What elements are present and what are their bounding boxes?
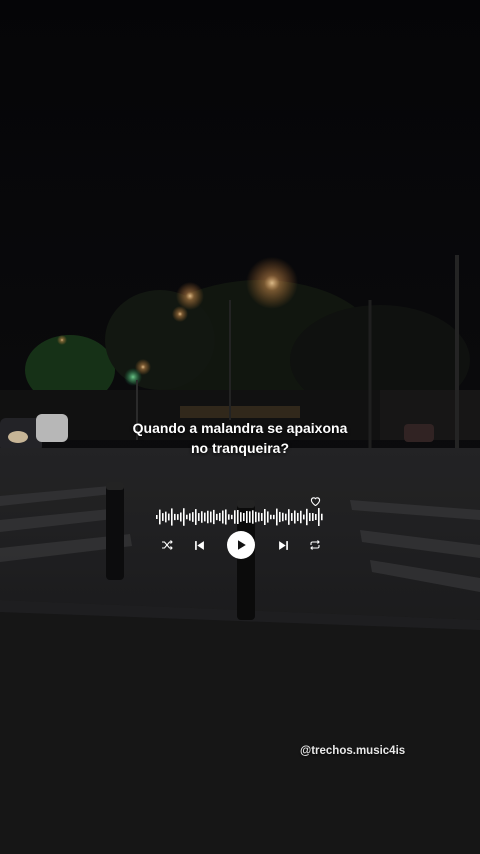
- waveform-bar: [192, 512, 194, 522]
- waveform-bar: [174, 513, 176, 521]
- waveform-bar: [267, 511, 269, 523]
- waveform-bar: [321, 513, 323, 521]
- shuffle-icon[interactable]: [160, 539, 174, 551]
- waveform-bar: [312, 513, 314, 521]
- waveform-bar: [216, 513, 218, 521]
- waveform-bar: [156, 515, 158, 519]
- waveform-bar: [258, 512, 260, 522]
- waveform-bar: [294, 510, 296, 524]
- waveform-bar: [264, 509, 266, 525]
- waveform-bar: [285, 513, 287, 521]
- waveform-bar: [246, 510, 248, 524]
- waveform-bar: [315, 514, 317, 520]
- waveform-bar: [186, 514, 188, 520]
- waveform-bar: [225, 509, 227, 525]
- waveform-bar: [282, 512, 284, 522]
- waveform-bar: [204, 512, 206, 522]
- waveform-bar: [207, 510, 209, 524]
- waveform-bar: [183, 508, 185, 526]
- waveform-bar: [255, 511, 257, 523]
- waveform-bar: [159, 509, 161, 525]
- waveform-bar: [261, 513, 263, 521]
- play-button[interactable]: [227, 531, 255, 559]
- waveform-bar: [177, 514, 179, 520]
- waveform-bar: [237, 510, 239, 524]
- waveform-bar: [213, 509, 215, 525]
- waveform-bar: [303, 514, 305, 520]
- play-icon: [238, 540, 246, 550]
- waveform-bar: [306, 508, 308, 526]
- waveform-bar: [162, 513, 164, 521]
- waveform-bar: [243, 512, 245, 522]
- waveform-bar: [252, 510, 254, 524]
- caption-line-1: Quando a malandra se apaixona: [132, 420, 348, 436]
- waveform-bar: [297, 512, 299, 522]
- previous-icon[interactable]: [192, 538, 206, 552]
- waveform-bar: [288, 509, 290, 525]
- waveform-bar: [168, 513, 170, 521]
- waveform-bar: [165, 511, 167, 523]
- waveform-bar: [180, 512, 182, 522]
- waveform-bar: [210, 511, 212, 523]
- waveform-bar: [276, 508, 278, 526]
- waveform-bar: [219, 512, 221, 522]
- next-icon[interactable]: [276, 538, 290, 552]
- waveform-bar: [228, 514, 230, 520]
- waveform-bar: [291, 513, 293, 521]
- waveform-bar: [234, 510, 236, 524]
- audio-waveform[interactable]: [155, 503, 323, 531]
- repeat-icon[interactable]: [308, 539, 322, 551]
- waveform-bar: [189, 513, 191, 521]
- creator-handle: @trechos.music4is: [300, 745, 406, 757]
- waveform-bar: [198, 513, 200, 521]
- waveform-bar: [309, 512, 311, 522]
- waveform-bar: [318, 508, 320, 526]
- waveform-bar: [171, 508, 173, 526]
- waveform-bar: [279, 511, 281, 523]
- waveform-bar: [270, 514, 272, 520]
- waveform-bar: [249, 511, 251, 523]
- waveform-bar: [222, 510, 224, 524]
- waveform-bar: [231, 514, 233, 520]
- waveform-bar: [300, 510, 302, 524]
- waveform-bar: [201, 511, 203, 523]
- waveform-bar: [273, 514, 275, 520]
- waveform-bar: [195, 509, 197, 525]
- caption-line-2: no tranqueira?: [190, 440, 289, 456]
- waveform-bar: [240, 512, 242, 522]
